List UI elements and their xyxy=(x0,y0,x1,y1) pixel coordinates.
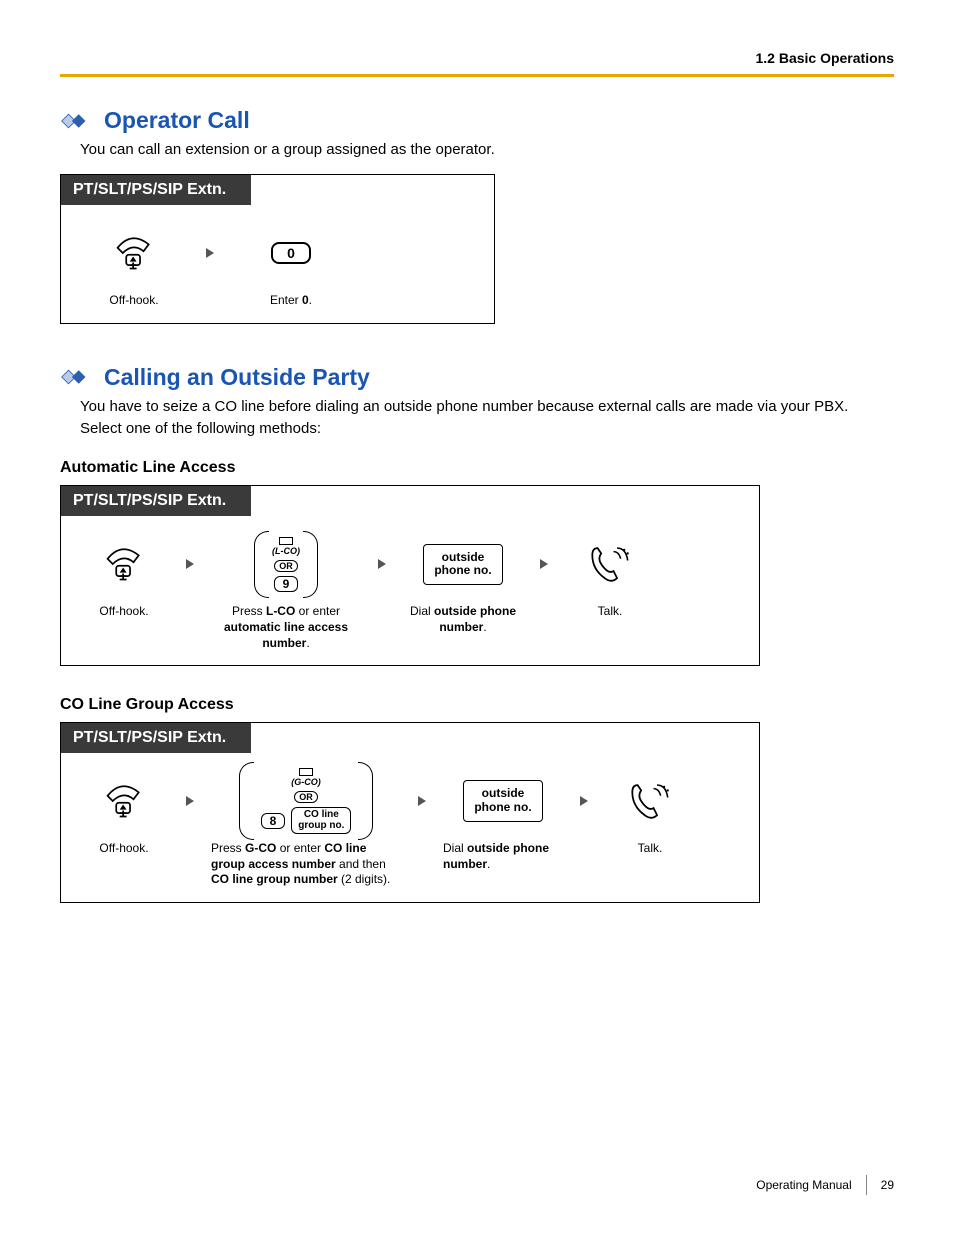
lco-label: (L-CO) xyxy=(272,546,300,556)
divider xyxy=(60,74,894,77)
step-caption: Off-hook. xyxy=(99,604,148,620)
diamond-icon xyxy=(60,112,94,130)
talk-icon xyxy=(627,771,673,831)
step-caption: Dial outside phone number. xyxy=(403,604,523,635)
arrow-icon xyxy=(411,771,433,831)
section-intro: You can call an extension or a group ass… xyxy=(80,140,894,160)
device-tab: PT/SLT/PS/SIP Extn. xyxy=(61,175,251,205)
arrow-icon xyxy=(371,534,393,594)
button-icon xyxy=(299,768,313,776)
phoneno-box-icon: outside phone no. xyxy=(423,534,502,594)
section-heading-outside-party: Calling an Outside Party xyxy=(60,364,894,391)
footer-divider xyxy=(866,1175,867,1195)
step-caption: Talk. xyxy=(598,604,623,620)
footer-manual-name: Operating Manual xyxy=(756,1178,851,1192)
step-caption: Enter 0. xyxy=(270,293,312,309)
button-icon xyxy=(279,537,293,545)
section-heading-operator-call: Operator Call xyxy=(60,107,894,134)
step-caption: Talk. xyxy=(638,841,663,857)
gco-label: (G-CO) xyxy=(291,777,321,787)
subheading-co-line-group: CO Line Group Access xyxy=(60,696,894,714)
key-icon: 9 xyxy=(274,576,299,592)
step-caption: Press L-CO or enter automatic line acces… xyxy=(211,604,361,651)
section-intro: Select one of the following methods: xyxy=(80,419,894,439)
procedure-box-co-line: PT/SLT/PS/SIP Extn. Off-hook. xyxy=(60,722,760,903)
device-tab: PT/SLT/PS/SIP Extn. xyxy=(61,486,251,516)
offhook-icon xyxy=(102,534,146,594)
key-icon: 0 xyxy=(271,223,311,283)
diamond-icon xyxy=(60,368,94,386)
breadcrumb: 1.2 Basic Operations xyxy=(60,50,894,66)
option-bracket: (L-CO) OR 9 xyxy=(254,531,318,598)
arrow-icon xyxy=(199,223,221,283)
arrow-icon xyxy=(179,771,201,831)
arrow-icon xyxy=(573,771,595,831)
section-intro: You have to seize a CO line before diali… xyxy=(80,397,894,417)
step-caption: Dial outside phone number. xyxy=(443,841,563,872)
device-tab: PT/SLT/PS/SIP Extn. xyxy=(61,723,251,753)
procedure-box-operator: PT/SLT/PS/SIP Extn. Off-hook. 0 xyxy=(60,174,495,324)
offhook-icon xyxy=(112,223,156,283)
or-pill: OR xyxy=(274,560,298,572)
arrow-icon xyxy=(179,534,201,594)
key-icon: 8 xyxy=(261,813,286,829)
option-bracket: (G-CO) OR 8 CO linegroup no. xyxy=(239,762,374,840)
section-title: Calling an Outside Party xyxy=(104,364,370,391)
footer-page-number: 29 xyxy=(881,1178,894,1192)
phoneno-box-icon: outside phone no. xyxy=(463,771,542,831)
procedure-box-auto-line: PT/SLT/PS/SIP Extn. Off-hook. xyxy=(60,485,760,666)
subheading-auto-line: Automatic Line Access xyxy=(60,459,894,477)
step-caption: Off-hook. xyxy=(109,293,158,309)
step-caption: Off-hook. xyxy=(99,841,148,857)
co-line-group-box: CO linegroup no. xyxy=(291,807,351,834)
step-caption: Press G-CO or enter CO line group access… xyxy=(211,841,401,888)
talk-icon xyxy=(587,534,633,594)
or-pill: OR xyxy=(294,791,318,803)
page-footer: Operating Manual 29 xyxy=(756,1175,894,1195)
arrow-icon xyxy=(533,534,555,594)
section-title: Operator Call xyxy=(104,107,250,134)
offhook-icon xyxy=(102,771,146,831)
